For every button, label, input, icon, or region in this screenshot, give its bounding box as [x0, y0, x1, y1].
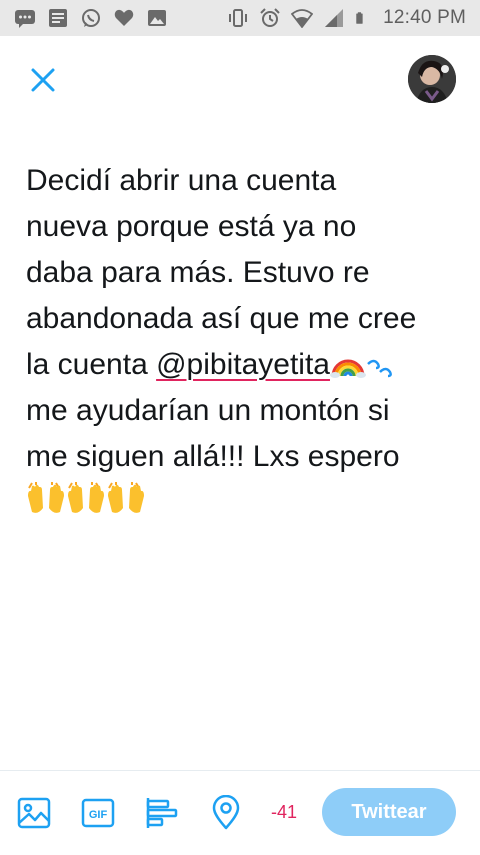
signal-icon	[325, 9, 344, 27]
message-icon	[15, 10, 35, 28]
tweet-composer[interactable]: Decidí abrir una cuenta nueva porque est…	[26, 158, 466, 526]
raised-hands-emoji	[68, 482, 104, 513]
alarm-icon	[260, 8, 280, 27]
gif-label: GIF	[89, 809, 108, 821]
wifi-icon	[291, 9, 314, 28]
wave-emoji	[367, 359, 392, 378]
whatsapp-icon	[82, 9, 100, 27]
gallery-icon	[148, 10, 166, 26]
close-icon	[31, 68, 55, 92]
location-icon	[212, 794, 240, 830]
image-icon	[17, 797, 51, 829]
tweet-line-emojis	[26, 480, 466, 526]
add-poll-button[interactable]	[144, 795, 180, 831]
tweet-line: abandonada así que me cree	[26, 302, 417, 335]
notification-icons	[14, 8, 168, 28]
heart-icon	[114, 9, 134, 26]
avatar-image	[408, 55, 456, 103]
tweet-button[interactable]: Twittear	[322, 788, 456, 836]
tweet-line: nueva porque está ya no	[26, 210, 357, 243]
tweet-line-mention: la cuenta @pibitayetita	[26, 342, 466, 388]
raised-hands-emoji	[28, 482, 64, 513]
profile-avatar[interactable]	[408, 55, 456, 103]
tweet-line: me ayudarían un montón si	[26, 394, 390, 427]
tweet-line: Decidí abrir una cuenta	[26, 164, 337, 197]
battery-icon	[356, 12, 363, 24]
mention-link[interactable]: @pibitayetita	[156, 348, 330, 381]
add-location-button[interactable]	[208, 794, 244, 831]
vibrate-icon	[229, 9, 248, 27]
news-icon	[49, 9, 67, 27]
tweet-text: la cuenta	[26, 348, 157, 381]
status-bar: 12:40 PM	[0, 0, 480, 36]
add-image-button[interactable]	[16, 795, 52, 831]
rainbow-emoji	[329, 359, 366, 378]
raised-hands-emoji	[108, 482, 144, 513]
status-time: 12:40 PM	[383, 7, 466, 28]
add-gif-button[interactable]: GIF	[80, 795, 116, 831]
poll-icon	[146, 798, 178, 828]
gif-icon: GIF	[81, 798, 115, 828]
system-icons: 12:40 PM	[227, 6, 466, 30]
tweet-line: me siguen allá!!! Lxs espero	[26, 440, 400, 473]
character-counter: -41	[271, 802, 298, 822]
close-button[interactable]	[26, 63, 60, 97]
tweet-line: daba para más. Estuvo re	[26, 256, 370, 289]
